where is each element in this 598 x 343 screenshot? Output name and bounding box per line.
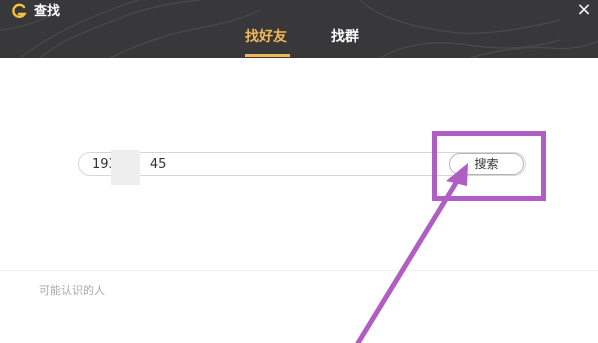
close-button[interactable]: × <box>574 0 594 20</box>
titlebar-pattern <box>0 0 598 58</box>
annotation-highlight-box <box>432 131 546 201</box>
active-tab-indicator <box>245 54 290 57</box>
window-title: 查找 <box>34 4 61 19</box>
people-you-may-know-label: 可能认识的人 <box>39 284 105 297</box>
tab-find-friends[interactable]: 找好友 <box>245 27 287 47</box>
redaction-block <box>111 150 140 185</box>
section-divider <box>0 270 598 271</box>
tab-find-groups[interactable]: 找群 <box>331 27 359 47</box>
app-logo-icon <box>12 3 27 19</box>
title-bar: 查找 × 找好友 找群 <box>0 0 598 58</box>
